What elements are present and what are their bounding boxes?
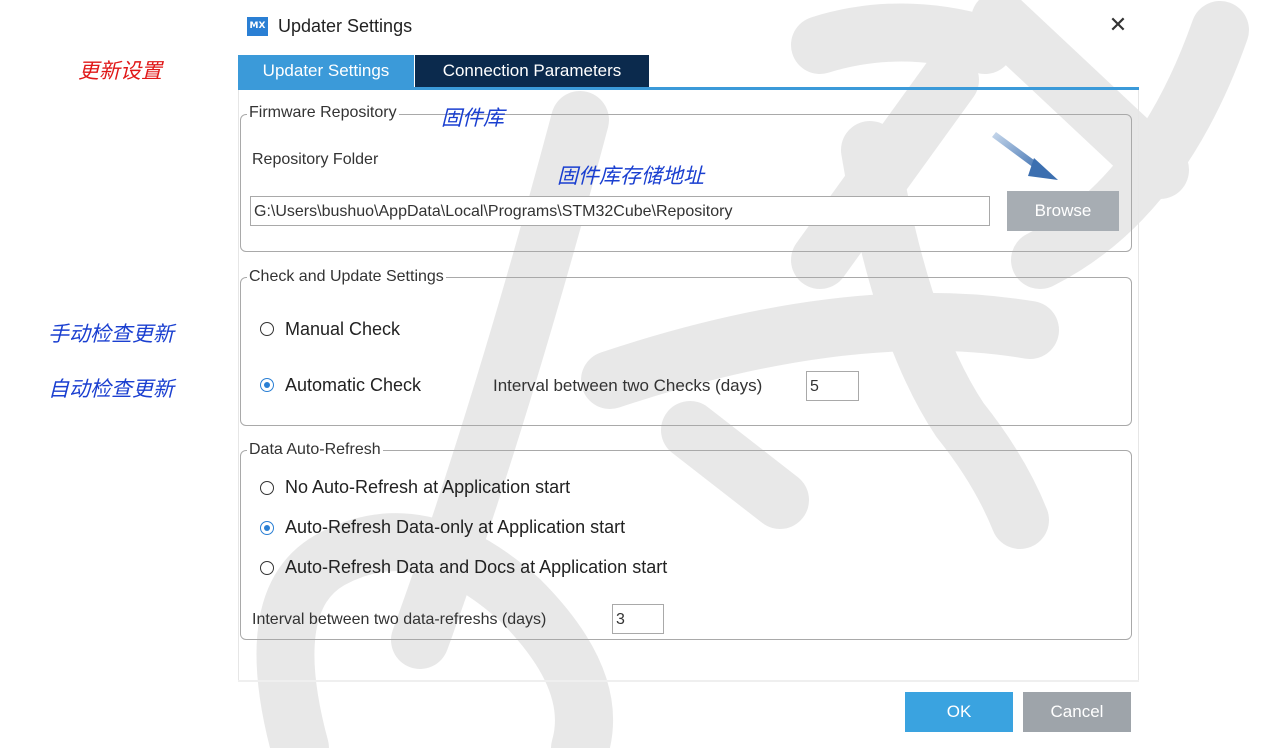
refresh-interval-label: Interval between two data-refreshs (days… <box>252 611 547 628</box>
auto-refresh-data-docs-label[interactable]: Auto-Refresh Data and Docs at Applicatio… <box>285 557 667 578</box>
app-logo: MX <box>247 17 268 36</box>
check-interval-label: Interval between two Checks (days) <box>493 376 763 395</box>
no-auto-refresh-label[interactable]: No Auto-Refresh at Application start <box>285 477 570 498</box>
ok-button[interactable]: OK <box>905 692 1013 732</box>
manual-check-label[interactable]: Manual Check <box>285 319 400 340</box>
refresh-interval-input[interactable]: 3 <box>612 604 664 634</box>
check-interval-input[interactable]: 5 <box>806 371 859 401</box>
browse-button[interactable]: Browse <box>1007 191 1119 231</box>
auto-refresh-title: Data Auto-Refresh <box>247 441 383 459</box>
close-icon[interactable]: ✕ <box>1106 13 1130 37</box>
annotation-manual-note: 手动检查更新 <box>48 322 174 346</box>
no-auto-refresh-radio[interactable] <box>260 481 274 495</box>
tab-updater-settings[interactable]: Updater Settings <box>238 55 414 87</box>
manual-check-radio[interactable] <box>260 322 274 336</box>
automatic-check-label[interactable]: Automatic Check <box>285 375 421 396</box>
tab-connection-parameters[interactable]: Connection Parameters <box>415 55 649 87</box>
auto-refresh-data-only-radio[interactable] <box>260 521 274 535</box>
cancel-button[interactable]: Cancel <box>1023 692 1131 732</box>
repository-folder-input[interactable]: G:\Users\bushuo\AppData\Local\Programs\S… <box>250 196 990 226</box>
panel-divider <box>238 680 1139 682</box>
window-title: Updater Settings <box>278 16 413 36</box>
annotation-folder-note: 固件库存储地址 <box>557 164 704 188</box>
firmware-repository-title: Firmware Repository <box>247 104 399 122</box>
annotation-tab-note: 更新设置 <box>78 59 162 83</box>
auto-refresh-data-docs-radio[interactable] <box>260 561 274 575</box>
annotation-repo-note: 固件库 <box>441 106 504 130</box>
check-update-title: Check and Update Settings <box>247 268 446 286</box>
check-update-group <box>240 277 1132 426</box>
automatic-check-radio[interactable] <box>260 378 274 392</box>
auto-refresh-data-only-label[interactable]: Auto-Refresh Data-only at Application st… <box>285 517 625 538</box>
repository-folder-label: Repository Folder <box>252 151 379 168</box>
annotation-auto-note: 自动检查更新 <box>48 377 174 401</box>
arrow-icon <box>992 132 1058 180</box>
